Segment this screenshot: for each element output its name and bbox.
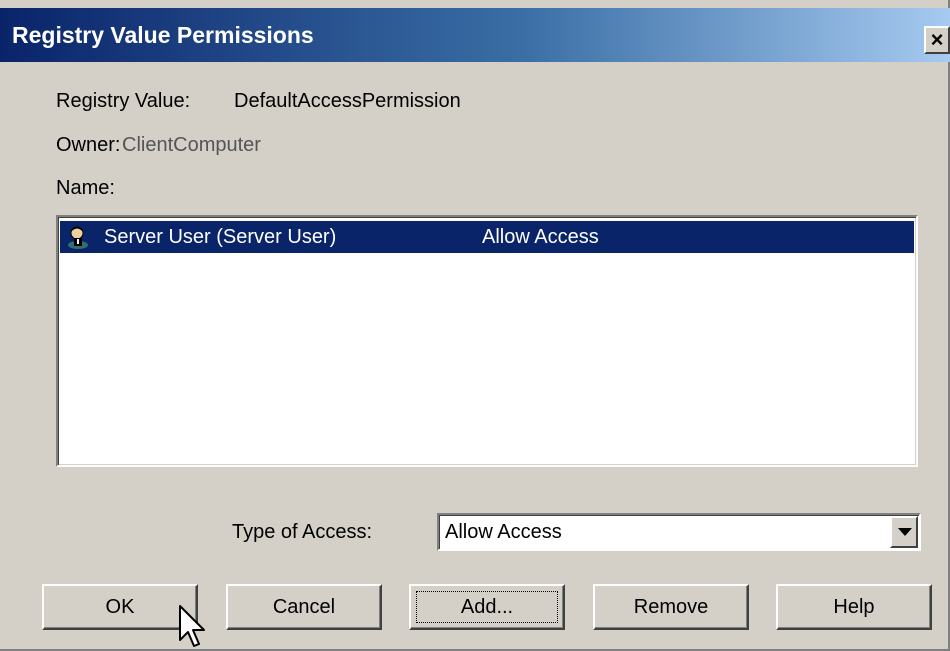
type-of-access-value: Allow Access [445, 521, 562, 543]
mouse-cursor-icon [179, 605, 205, 647]
remove-button[interactable]: Remove [593, 584, 749, 630]
owner-label: Owner: [56, 134, 121, 156]
dropdown-arrow-icon[interactable] [890, 516, 918, 548]
registry-value-label: Registry Value: [56, 90, 191, 112]
add-button[interactable]: Add... [409, 584, 565, 630]
close-icon: × [930, 27, 944, 52]
cancel-button[interactable]: Cancel [226, 584, 382, 630]
list-item-name: Server User (Server User) [104, 226, 337, 248]
dialog-window: Registry Value Permissions × Registry Va… [0, 0, 950, 651]
title-bar[interactable]: Registry Value Permissions × [0, 8, 950, 62]
name-label: Name: [56, 177, 115, 199]
list-item-access: Allow Access [482, 226, 599, 248]
type-of-access-dropdown[interactable]: Allow Access [437, 513, 921, 551]
ok-button[interactable]: OK [42, 584, 198, 630]
registry-value-text: DefaultAccessPermission [234, 90, 461, 112]
help-button[interactable]: Help [776, 584, 932, 630]
permissions-list[interactable]: Server User (Server User) Allow Access [56, 215, 918, 467]
window-title: Registry Value Permissions [12, 22, 314, 48]
owner-text: ClientComputer [122, 134, 261, 156]
type-of-access-label: Type of Access: [232, 521, 373, 543]
list-item[interactable]: Server User (Server User) Allow Access [60, 221, 914, 253]
user-icon [68, 226, 88, 249]
close-button[interactable]: × [924, 26, 950, 54]
